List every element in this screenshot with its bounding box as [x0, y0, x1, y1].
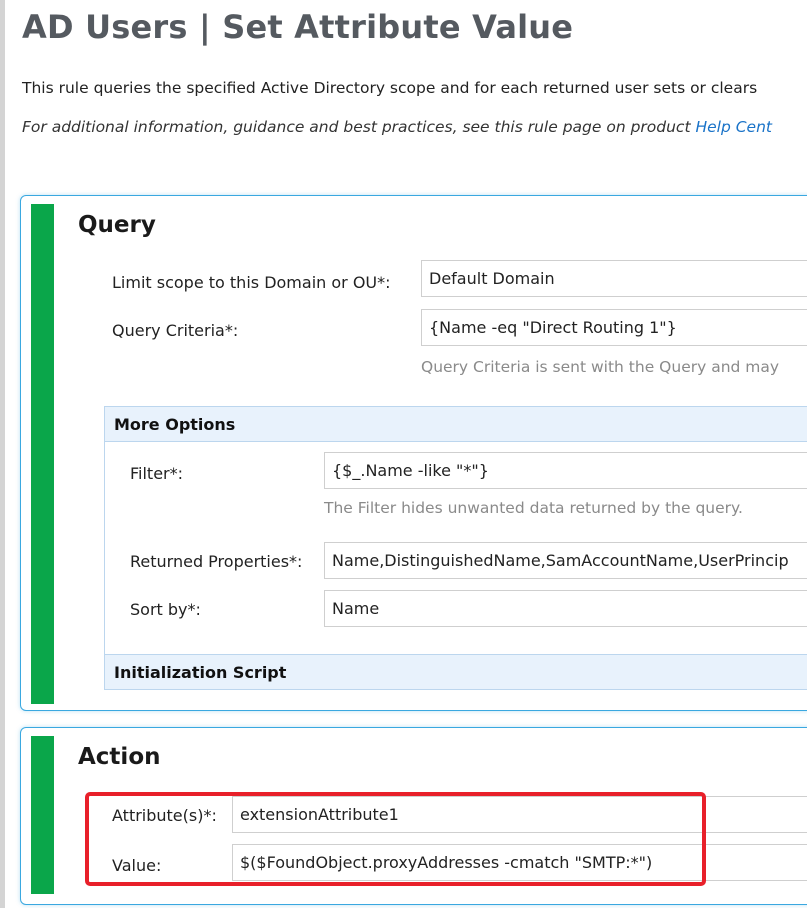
filter-hint: The Filter hides unwanted data returned …	[324, 499, 743, 517]
query-panel: Query Limit scope to this Domain or OU*:…	[20, 195, 807, 711]
query-title: Query	[78, 212, 156, 238]
help-text-prefix: For additional information, guidance and…	[22, 118, 696, 136]
scope-label: Limit scope to this Domain or OU*:	[112, 273, 391, 292]
action-accent-bar	[31, 736, 54, 894]
query-accent-bar	[31, 204, 54, 704]
help-center-link[interactable]: Help Cent	[695, 118, 772, 136]
left-border	[0, 0, 5, 908]
scope-field[interactable]: Default Domain	[421, 260, 807, 297]
initialization-script-header[interactable]: Initialization Script	[104, 654, 807, 690]
more-options-header[interactable]: More Options	[104, 406, 807, 442]
action-title: Action	[78, 744, 161, 770]
returned-properties-field[interactable]: Name,DistinguishedName,SamAccountName,Us…	[324, 542, 807, 579]
help-text: For additional information, guidance and…	[22, 118, 772, 136]
filter-label: Filter*:	[130, 464, 184, 483]
highlight-box	[85, 792, 706, 886]
page-title: AD Users | Set Attribute Value	[22, 8, 574, 46]
sort-by-label: Sort by*:	[130, 600, 201, 619]
criteria-label: Query Criteria*:	[112, 321, 239, 340]
action-panel: Action Attribute(s)*: extensionAttribute…	[20, 727, 807, 905]
filter-field[interactable]: {$_.Name -like "*"}	[324, 452, 807, 489]
criteria-hint: Query Criteria is sent with the Query an…	[421, 358, 780, 376]
sort-by-field[interactable]: Name	[324, 590, 807, 627]
rule-description: This rule queries the specified Active D…	[22, 79, 758, 97]
returned-properties-label: Returned Properties*:	[130, 552, 303, 571]
criteria-field[interactable]: {Name -eq "Direct Routing 1"}	[421, 309, 807, 346]
